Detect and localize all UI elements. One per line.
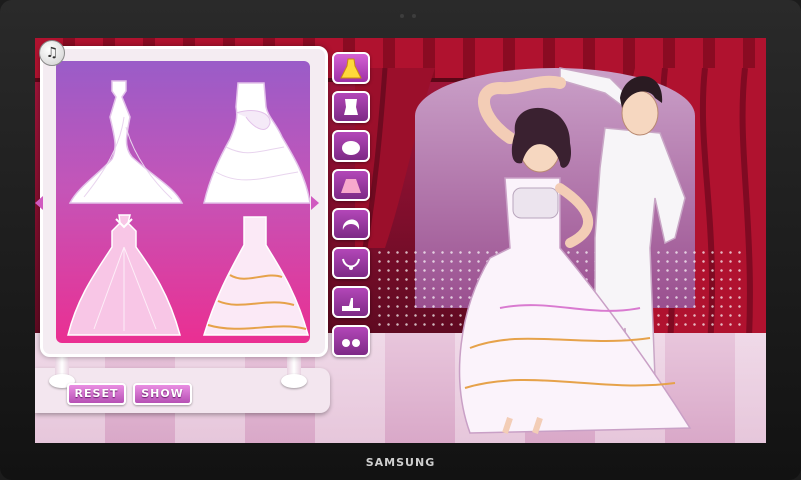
panel-post-cap — [281, 374, 307, 388]
wardrobe-grid — [56, 61, 310, 343]
music-toggle-button[interactable]: ♫ — [39, 40, 65, 66]
camera-dot — [400, 14, 404, 18]
category-button-top[interactable] — [332, 91, 370, 123]
category-button-shoes[interactable] — [332, 286, 370, 318]
earrings-icon — [342, 339, 360, 347]
dress-option-ruffle-ballgown[interactable] — [196, 77, 310, 207]
dress-option-mermaid-gown[interactable] — [64, 77, 184, 207]
skirt-icon — [341, 179, 361, 193]
brand-label: SAMSUNG — [365, 456, 436, 469]
dress-icon — [340, 58, 362, 79]
category-button-skirt[interactable] — [332, 169, 370, 201]
category-button-hairstyle[interactable] — [332, 208, 370, 240]
necklace-icon — [342, 258, 360, 270]
category-button-necklace[interactable] — [332, 247, 370, 279]
next-page-arrow-icon[interactable] — [311, 196, 319, 210]
game-screen: ♫ RESET SHOW — [35, 38, 766, 443]
category-button-hat[interactable] — [332, 130, 370, 162]
music-note-icon: ♫ — [45, 45, 59, 61]
category-button-earrings[interactable] — [332, 325, 370, 357]
tablet-bezel: SAMSUNG ♫ RESET SHOW — [0, 0, 801, 480]
top-icon — [344, 99, 358, 115]
prev-page-arrow-icon[interactable] — [35, 196, 43, 210]
hairstyle-icon — [342, 219, 360, 230]
category-button-dress[interactable] — [332, 52, 370, 84]
dress-option-tiered-ballgown[interactable] — [196, 211, 310, 341]
dancing-couple — [458, 67, 692, 434]
dress-option-draped-halter-gown[interactable] — [64, 211, 184, 341]
shoes-icon — [342, 298, 360, 311]
wardrobe-panel — [40, 46, 328, 357]
reset-button[interactable]: RESET — [67, 383, 126, 405]
show-button[interactable]: SHOW — [133, 383, 192, 405]
hat-icon — [342, 141, 360, 155]
camera-dot — [412, 14, 416, 18]
